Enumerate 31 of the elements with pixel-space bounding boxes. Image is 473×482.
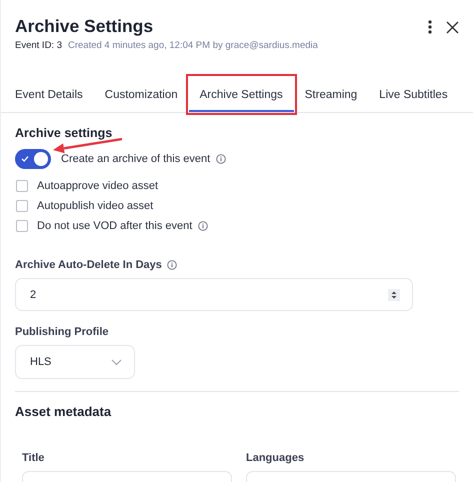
toggle-label: Create an archive of this event [61,153,210,165]
tab[interactable]: Customization [94,82,189,112]
more-options-button[interactable] [428,20,432,34]
close-icon [446,20,459,34]
section-heading: Asset metadata [15,404,112,419]
field-label: Publishing Profile [15,326,109,338]
more-icon [428,20,432,34]
event-id: Event ID: 3 [15,40,62,51]
spinner-icon [388,288,400,300]
archive-toggle[interactable] [15,149,51,169]
checkbox[interactable] [16,220,28,232]
created-info: Created 4 minutes ago, 12:04 PM by grace@sardius.media [68,40,318,51]
checkbox-label: Autopublish video asset [37,200,154,212]
check-icon [21,155,29,163]
section-heading: Archive settings [15,126,114,140]
field-label: Languages [246,452,304,464]
number-input[interactable]: 2 [15,278,413,311]
checkbox[interactable] [16,180,28,192]
tab[interactable]: Live Subtitles [368,82,459,112]
tab[interactable]: Archive Settings [188,82,294,112]
checkbox-label: Do not use VOD after this event [37,220,192,232]
dialog-title: Archive Settings [15,16,154,37]
field-label: Archive Auto-Delete In Days [15,259,162,271]
close-button[interactable] [446,20,459,34]
checkbox-label: Autoapprove video asset [37,180,158,192]
tab[interactable]: Event Details [4,82,94,112]
tab[interactable]: Streaming [294,82,368,112]
chevron-down-icon [111,358,122,366]
profile-dropdown[interactable]: HLS [15,345,135,379]
field-label: Title [22,452,44,464]
checkbox[interactable] [16,200,28,212]
